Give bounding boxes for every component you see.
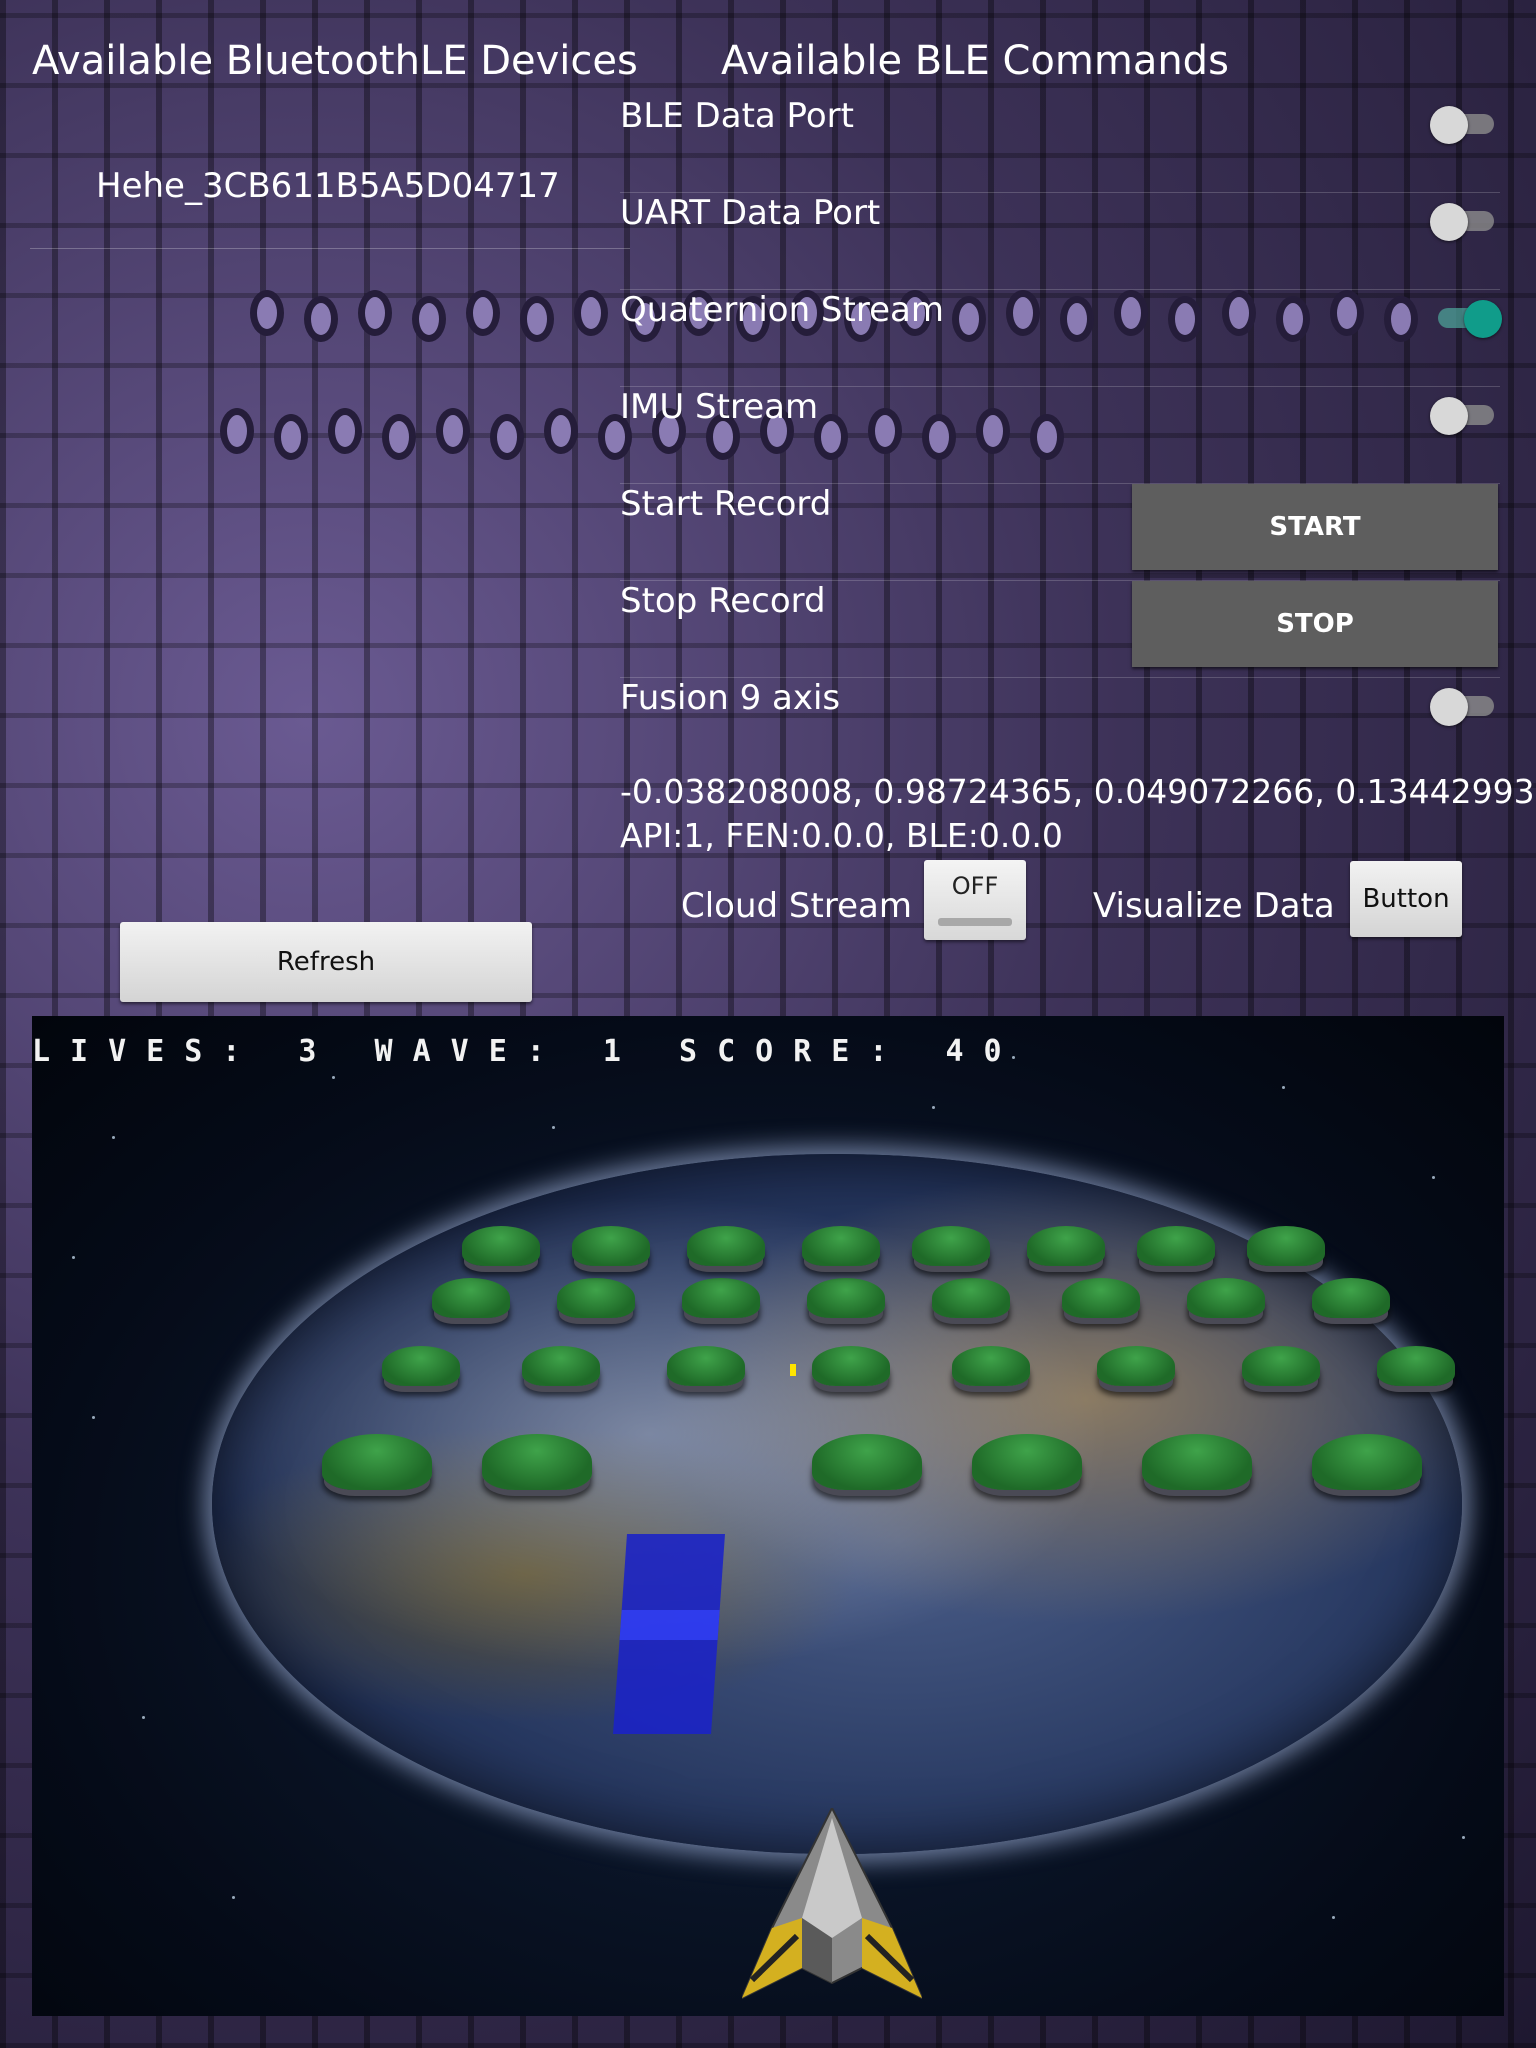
command-label: Start Record <box>620 484 832 524</box>
star <box>332 1076 335 1079</box>
start-button[interactable]: START <box>1132 484 1498 570</box>
bullet <box>790 1364 796 1376</box>
star <box>92 1416 95 1419</box>
circuit-pad <box>328 408 362 454</box>
device-divider <box>30 248 630 249</box>
alien-invader <box>952 1346 1030 1386</box>
game-hud: LIVES: 3 WAVE: 1 SCORE: 40 <box>32 1034 1022 1069</box>
quaternion-stream-switch[interactable] <box>1430 300 1502 338</box>
star <box>72 1256 75 1259</box>
circuit-pad <box>520 296 554 342</box>
device-list-item[interactable]: Hehe_3CB611B5A5D04717 <box>96 166 560 206</box>
star <box>1432 1176 1435 1179</box>
alien-invader <box>667 1346 745 1386</box>
alien-invader <box>1142 1434 1252 1490</box>
version-readout: API:1, FEN:0.0.0, BLE:0.0.0 <box>620 816 1063 855</box>
refresh-button[interactable]: Refresh <box>120 922 532 1002</box>
command-imu-stream: IMU Stream <box>620 387 1500 484</box>
circuit-pad <box>412 296 446 342</box>
circuit-pad <box>574 290 608 336</box>
star <box>1332 1916 1335 1919</box>
alien-invader <box>1062 1278 1140 1318</box>
commands-title: Available BLE Commands <box>721 38 1229 84</box>
command-label: IMU Stream <box>620 387 819 427</box>
circuit-pad <box>490 414 524 460</box>
devices-title: Available BluetoothLE Devices <box>32 38 638 84</box>
circuit-pad <box>466 290 500 336</box>
command-label: Quaternion Stream <box>620 290 944 330</box>
alien-invader <box>557 1278 635 1318</box>
alien-invader <box>482 1434 592 1490</box>
circuit-pad <box>544 408 578 454</box>
alien-invader <box>812 1434 922 1490</box>
command-fusion-9-axis: Fusion 9 axis <box>620 678 1500 775</box>
circuit-pad <box>304 296 338 342</box>
alien-invader <box>1312 1278 1390 1318</box>
circuit-pad <box>250 290 284 336</box>
star <box>552 1126 555 1129</box>
alien-invader <box>1242 1346 1320 1386</box>
star <box>932 1106 935 1109</box>
alien-invader <box>682 1278 760 1318</box>
command-label: UART Data Port <box>620 193 881 233</box>
alien-invader <box>1097 1346 1175 1386</box>
star <box>142 1716 145 1719</box>
quaternion-readout: -0.038208008, 0.98724365, 0.049072266, 0… <box>620 772 1535 811</box>
toggle-indicator <box>938 918 1012 926</box>
star <box>1462 1836 1465 1839</box>
alien-invader <box>802 1226 880 1266</box>
star <box>112 1136 115 1139</box>
alien-invader <box>912 1226 990 1266</box>
alien-invader <box>1187 1278 1265 1318</box>
ble-data-port-switch[interactable] <box>1430 106 1500 144</box>
alien-invader <box>972 1434 1082 1490</box>
command-quaternion-stream: Quaternion Stream <box>620 290 1502 387</box>
circuit-pad <box>382 414 416 460</box>
circuit-pad <box>220 408 254 454</box>
circuit-pad <box>274 414 308 460</box>
circuit-pad <box>358 290 392 336</box>
player-ship <box>742 1808 922 2000</box>
alien-invader <box>807 1278 885 1318</box>
game-view[interactable]: LIVES: 3 WAVE: 1 SCORE: 40 <box>32 1016 1504 2016</box>
alien-invader <box>382 1346 460 1386</box>
alien-invader <box>932 1278 1010 1318</box>
shield-block <box>613 1534 725 1734</box>
alien-invader <box>1027 1226 1105 1266</box>
command-label: Stop Record <box>620 581 826 621</box>
stop-button[interactable]: STOP <box>1132 581 1498 667</box>
command-label: BLE Data Port <box>620 96 854 136</box>
alien-invader <box>1137 1226 1215 1266</box>
star <box>1282 1086 1285 1089</box>
alien-invader <box>572 1226 650 1266</box>
alien-invader <box>522 1346 600 1386</box>
alien-invader <box>1377 1346 1455 1386</box>
star <box>232 1896 235 1899</box>
circuit-pad <box>436 408 470 454</box>
alien-invader <box>1247 1226 1325 1266</box>
alien-invader <box>462 1226 540 1266</box>
visualize-data-label: Visualize Data <box>1093 886 1335 926</box>
fusion-9-axis-switch[interactable] <box>1430 688 1500 726</box>
alien-invader <box>322 1434 432 1490</box>
uart-data-port-switch[interactable] <box>1430 203 1500 241</box>
alien-invader <box>432 1278 510 1318</box>
cloud-stream-label: Cloud Stream <box>681 886 912 926</box>
command-uart-data-port: UART Data Port <box>620 193 1500 290</box>
command-label: Fusion 9 axis <box>620 678 841 718</box>
alien-invader <box>687 1226 765 1266</box>
cloud-stream-toggle[interactable]: OFF <box>924 860 1026 940</box>
alien-invader <box>812 1346 890 1386</box>
command-ble-data-port: BLE Data Port <box>620 96 1500 193</box>
cloud-stream-toggle-text: OFF <box>951 872 999 900</box>
imu-stream-switch[interactable] <box>1430 397 1500 435</box>
visualize-data-button[interactable]: Button <box>1350 861 1462 937</box>
alien-invader <box>1312 1434 1422 1490</box>
